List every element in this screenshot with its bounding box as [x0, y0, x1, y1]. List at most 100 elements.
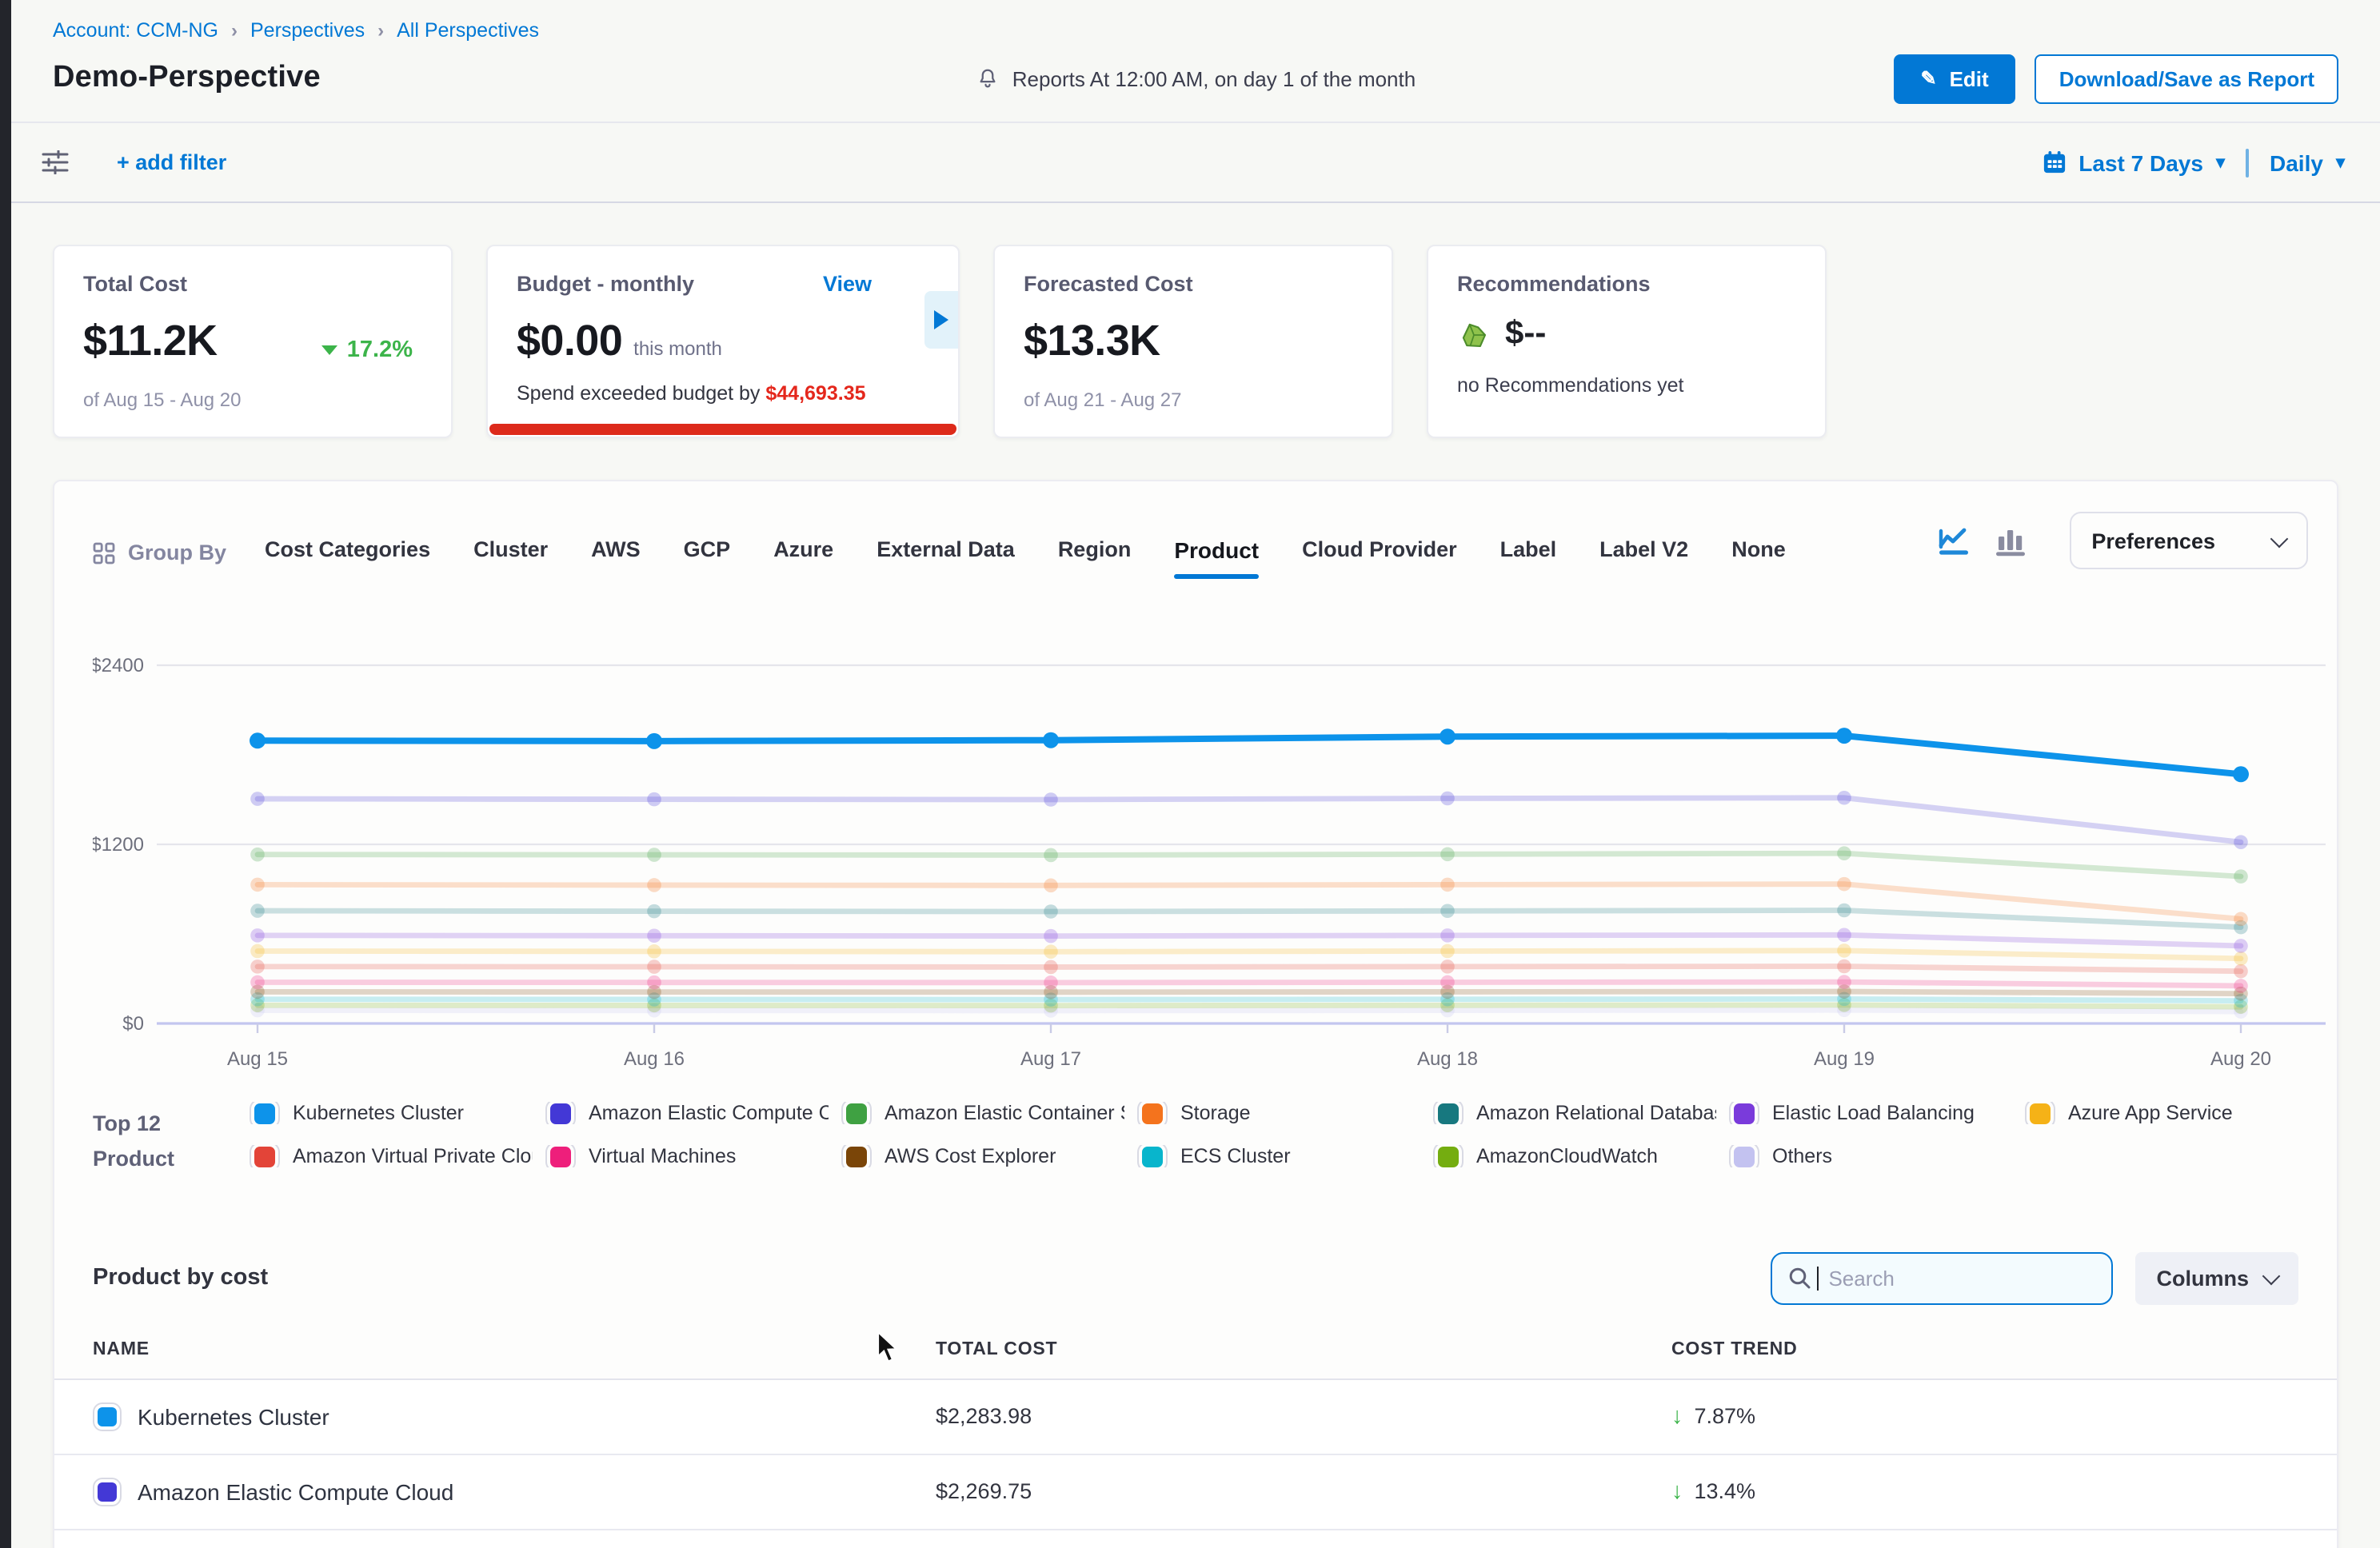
- series-point[interactable]: [250, 904, 265, 918]
- series-point[interactable]: [1837, 928, 1851, 943]
- tab-cost-categories[interactable]: Cost Categories: [265, 537, 430, 579]
- series-point[interactable]: [1440, 904, 1455, 918]
- series-point[interactable]: [647, 975, 661, 990]
- series-line-amazon-relational-database-service[interactable]: [258, 911, 2241, 928]
- series-point[interactable]: [647, 928, 661, 943]
- series-point[interactable]: [2234, 964, 2248, 979]
- series-point[interactable]: [2234, 952, 2248, 966]
- table-row-amazon-elastic-compute-cloud[interactable]: Amazon Elastic Compute Cloud$2,269.75↓13…: [54, 1454, 2337, 1530]
- legend-item-amazon-relational-database[interactable]: Amazon Relational Database ...: [1433, 1102, 1716, 1124]
- tab-label[interactable]: Label: [1500, 537, 1557, 579]
- series-point[interactable]: [1043, 732, 1059, 748]
- series-point[interactable]: [2234, 835, 2248, 849]
- series-point[interactable]: [2233, 766, 2249, 782]
- series-line-virtual-machines[interactable]: [258, 982, 2241, 986]
- series-point[interactable]: [1836, 728, 1852, 744]
- series-point[interactable]: [1837, 791, 1851, 805]
- series-line-others[interactable]: [258, 1010, 2241, 1011]
- series-point[interactable]: [1837, 846, 1851, 860]
- series-point[interactable]: [1044, 929, 1058, 944]
- legend-item-kubernetes-cluster[interactable]: Kubernetes Cluster: [250, 1102, 533, 1124]
- tab-product[interactable]: Product: [1174, 537, 1259, 579]
- table-row-kubernetes-cluster[interactable]: Kubernetes Cluster$2,283.98↓7.87%: [54, 1379, 2337, 1454]
- search-box[interactable]: [1771, 1251, 2113, 1304]
- series-point[interactable]: [1440, 944, 1455, 959]
- budget-view-link[interactable]: View: [823, 272, 872, 296]
- column-header-total-cost[interactable]: TOTAL COST: [936, 1339, 1671, 1358]
- legend-item-ecs-cluster[interactable]: ECS Cluster: [1137, 1145, 1420, 1167]
- series-point[interactable]: [2234, 869, 2248, 884]
- series-line-amazon-virtual-private-cloud[interactable]: [258, 967, 2241, 971]
- series-line-azure-app-service[interactable]: [258, 951, 2241, 959]
- tab-azure[interactable]: Azure: [773, 537, 833, 579]
- series-point[interactable]: [250, 732, 266, 748]
- tab-none[interactable]: None: [1731, 537, 1786, 579]
- preferences-dropdown[interactable]: Preferences: [2069, 512, 2308, 569]
- column-header-cost-trend[interactable]: COST TREND: [1671, 1339, 2298, 1358]
- tab-external-data[interactable]: External Data: [877, 537, 1015, 579]
- line-chart-icon[interactable]: [1936, 525, 1970, 556]
- series-point[interactable]: [1440, 975, 1455, 990]
- series-line-kubernetes-cluster[interactable]: [258, 736, 2241, 774]
- series-line-aws-cost-explorer[interactable]: [258, 991, 2241, 994]
- columns-dropdown[interactable]: Columns: [2135, 1251, 2298, 1304]
- series-point[interactable]: [647, 944, 661, 959]
- series-point[interactable]: [1837, 944, 1851, 958]
- series-point[interactable]: [250, 878, 265, 892]
- series-point[interactable]: [646, 733, 662, 749]
- series-point[interactable]: [1440, 878, 1455, 892]
- series-point[interactable]: [647, 848, 661, 862]
- tab-gcp[interactable]: GCP: [684, 537, 731, 579]
- legend-item-elastic-load-balancing[interactable]: Elastic Load Balancing: [1729, 1102, 2012, 1124]
- series-point[interactable]: [250, 848, 265, 862]
- series-point[interactable]: [1837, 904, 1851, 918]
- series-point[interactable]: [1044, 975, 1058, 990]
- series-point[interactable]: [2234, 939, 2248, 953]
- filter-panel-toggle[interactable]: [11, 123, 98, 201]
- series-point[interactable]: [647, 792, 661, 807]
- budget-expand-button[interactable]: [924, 291, 958, 349]
- download-save-report-button[interactable]: Download/Save as Report: [2035, 54, 2338, 103]
- series-point[interactable]: [250, 792, 265, 806]
- legend-item-amazoncloudwatch[interactable]: AmazonCloudWatch: [1433, 1145, 1716, 1167]
- legend-item-virtual-machines[interactable]: Virtual Machines: [545, 1145, 829, 1167]
- edit-button[interactable]: ✎ Edit: [1893, 54, 2015, 103]
- tab-cluster[interactable]: Cluster: [473, 537, 548, 579]
- series-line-elastic-load-balancing[interactable]: [258, 935, 2241, 946]
- series-point[interactable]: [1044, 792, 1058, 807]
- collapsed-nav-edge[interactable]: [0, 0, 11, 1548]
- series-point[interactable]: [1044, 960, 1058, 975]
- series-point[interactable]: [647, 904, 661, 919]
- breadcrumb-account[interactable]: Account: CCM-NG: [53, 19, 218, 42]
- breadcrumb-perspectives[interactable]: Perspectives: [250, 19, 365, 42]
- series-point[interactable]: [1837, 960, 1851, 974]
- add-filter-button[interactable]: + add filter: [117, 150, 226, 174]
- cost-line-chart[interactable]: $0$1200$2400Aug 15Aug 16Aug 17Aug 18Aug …: [54, 579, 2337, 1092]
- tab-cloud-provider[interactable]: Cloud Provider: [1302, 537, 1457, 579]
- bar-chart-icon[interactable]: [1994, 525, 2026, 556]
- tab-aws[interactable]: AWS: [591, 537, 641, 579]
- series-point[interactable]: [1440, 792, 1455, 806]
- breadcrumb-all-perspectives[interactable]: All Perspectives: [397, 19, 539, 42]
- date-range-picker[interactable]: Last 7 Days ▾: [2042, 150, 2225, 175]
- series-point[interactable]: [250, 928, 265, 943]
- series-point[interactable]: [1044, 879, 1058, 893]
- series-point[interactable]: [647, 960, 661, 974]
- series-point[interactable]: [1837, 877, 1851, 892]
- series-line-amazon-elastic-container-service-for-kubernetes[interactable]: [258, 853, 2241, 876]
- series-point[interactable]: [250, 960, 265, 974]
- table-row-amazon-elastic-container-service-for-kubernetes[interactable]: Amazon Elastic Container Service for Kub…: [54, 1530, 2337, 1548]
- series-point[interactable]: [1837, 975, 1851, 989]
- granularity-select[interactable]: Daily ▾: [2270, 150, 2345, 175]
- series-point[interactable]: [1440, 728, 1456, 744]
- series-line-amazoncloudwatch[interactable]: [258, 1005, 2241, 1007]
- legend-item-storage[interactable]: Storage: [1137, 1102, 1420, 1124]
- series-line-ecs-cluster[interactable]: [258, 999, 2241, 1000]
- legend-item-amazon-virtual-private-cloud[interactable]: Amazon Virtual Private Cloud: [250, 1145, 533, 1167]
- series-point[interactable]: [250, 944, 265, 959]
- legend-item-aws-cost-explorer[interactable]: AWS Cost Explorer: [841, 1145, 1124, 1167]
- series-point[interactable]: [2234, 912, 2248, 927]
- series-point[interactable]: [1044, 904, 1058, 919]
- legend-item-others[interactable]: Others: [1729, 1145, 2012, 1167]
- series-point[interactable]: [647, 878, 661, 892]
